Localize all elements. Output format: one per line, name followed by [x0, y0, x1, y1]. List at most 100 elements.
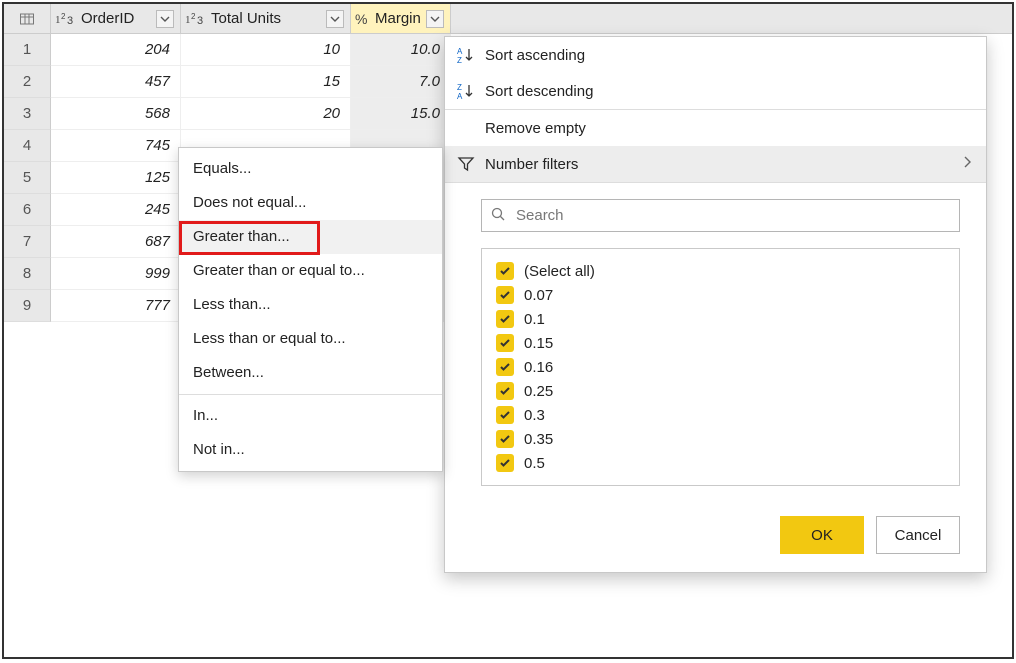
percent-type-icon: %	[355, 11, 371, 27]
number-filters-item[interactable]: Number filters	[445, 146, 986, 182]
filter-value-item[interactable]: 0.5	[496, 451, 945, 475]
cell-orderid[interactable]: 687	[51, 226, 181, 258]
cell-orderid[interactable]: 777	[51, 290, 181, 322]
filter-value-item[interactable]: 0.16	[496, 355, 945, 379]
cell-total-units[interactable]: 15	[181, 66, 351, 98]
button-label: Cancel	[895, 527, 942, 544]
column-header-orderid[interactable]: 123 OrderID	[51, 4, 181, 33]
filter-value-item[interactable]: 0.3	[496, 403, 945, 427]
cell-orderid[interactable]: 245	[51, 194, 181, 226]
filter-value-item[interactable]: 0.15	[496, 331, 945, 355]
row-index: 2	[4, 66, 51, 98]
filter-value-label: 0.16	[524, 359, 553, 376]
column-dropdown-icon[interactable]	[156, 10, 174, 28]
cell-orderid[interactable]: 999	[51, 258, 181, 290]
column-name: Total Units	[211, 10, 322, 27]
search-box[interactable]	[481, 199, 960, 232]
sort-desc-icon: ZA	[457, 82, 485, 100]
number-filters-submenu: Equals... Does not equal... Greater than…	[178, 147, 443, 472]
cell-orderid[interactable]: 204	[51, 34, 181, 66]
button-label: OK	[811, 527, 833, 544]
menu-label: Sort descending	[485, 83, 593, 100]
svg-text:1: 1	[55, 14, 61, 26]
checkbox-checked-icon[interactable]	[496, 310, 514, 328]
menu-label: Not in...	[193, 441, 245, 458]
sort-descending-item[interactable]: ZA Sort descending	[445, 73, 986, 109]
menu-label: Less than or equal to...	[193, 330, 346, 347]
menu-label: Does not equal...	[193, 194, 306, 211]
svg-text:Z: Z	[457, 83, 462, 92]
cell-orderid[interactable]: 125	[51, 162, 181, 194]
row-selector-header[interactable]	[4, 4, 51, 33]
menu-separator	[179, 394, 442, 395]
filter-value-label: 0.35	[524, 431, 553, 448]
row-index: 6	[4, 194, 51, 226]
cell-orderid[interactable]: 745	[51, 130, 181, 162]
row-index: 8	[4, 258, 51, 290]
column-filter-dropdown: AZ Sort ascending ZA Sort descending Rem…	[444, 36, 987, 573]
filter-value-item[interactable]: 0.35	[496, 427, 945, 451]
less-than-item[interactable]: Less than...	[179, 288, 442, 322]
menu-label: Equals...	[193, 160, 251, 177]
cell-total-units[interactable]: 20	[181, 98, 351, 130]
svg-text:3: 3	[67, 15, 73, 27]
checkbox-checked-icon[interactable]	[496, 358, 514, 376]
filter-value-label: (Select all)	[524, 263, 595, 280]
filter-value-label: 0.25	[524, 383, 553, 400]
column-header-total-units[interactable]: 123 Total Units	[181, 4, 351, 33]
checkbox-checked-icon[interactable]	[496, 430, 514, 448]
cell-orderid[interactable]: 568	[51, 98, 181, 130]
filter-value-item[interactable]: (Select all)	[496, 259, 945, 283]
column-header-margin[interactable]: % Margin	[351, 4, 451, 33]
cell-margin[interactable]: 15.0	[351, 98, 451, 130]
filter-value-item[interactable]: 0.07	[496, 283, 945, 307]
checkbox-checked-icon[interactable]	[496, 334, 514, 352]
cell-margin[interactable]: 10.0	[351, 34, 451, 66]
number-type-icon: 123	[55, 11, 77, 27]
search-input[interactable]	[514, 206, 951, 225]
equals-item[interactable]: Equals...	[179, 152, 442, 186]
ok-button[interactable]: OK	[780, 516, 864, 554]
filter-value-label: 0.5	[524, 455, 545, 472]
checkbox-checked-icon[interactable]	[496, 406, 514, 424]
cell-total-units[interactable]: 10	[181, 34, 351, 66]
row-index: 4	[4, 130, 51, 162]
filter-value-item[interactable]: 0.1	[496, 307, 945, 331]
menu-label: Greater than or equal to...	[193, 262, 365, 279]
in-item[interactable]: In...	[179, 399, 442, 433]
filter-value-label: 0.15	[524, 335, 553, 352]
menu-label: Between...	[193, 364, 264, 381]
sort-ascending-item[interactable]: AZ Sort ascending	[445, 37, 986, 73]
checkbox-checked-icon[interactable]	[496, 262, 514, 280]
checkbox-checked-icon[interactable]	[496, 454, 514, 472]
greater-than-or-equal-item[interactable]: Greater than or equal to...	[179, 254, 442, 288]
svg-text:A: A	[457, 92, 463, 100]
between-item[interactable]: Between...	[179, 356, 442, 390]
row-index: 5	[4, 162, 51, 194]
chevron-right-icon	[962, 155, 972, 173]
column-dropdown-icon[interactable]	[326, 10, 344, 28]
row-index: 7	[4, 226, 51, 258]
checkbox-checked-icon[interactable]	[496, 382, 514, 400]
column-dropdown-icon[interactable]	[426, 10, 444, 28]
svg-text:1: 1	[185, 14, 191, 26]
checkbox-checked-icon[interactable]	[496, 286, 514, 304]
greater-than-item[interactable]: Greater than...	[179, 220, 442, 254]
cancel-button[interactable]: Cancel	[876, 516, 960, 554]
cell-margin[interactable]: 7.0	[351, 66, 451, 98]
number-type-icon: 123	[185, 11, 207, 27]
less-than-or-equal-item[interactable]: Less than or equal to...	[179, 322, 442, 356]
menu-label: Remove empty	[485, 120, 586, 137]
menu-label: In...	[193, 407, 218, 424]
row-index: 3	[4, 98, 51, 130]
remove-empty-item[interactable]: Remove empty	[445, 110, 986, 146]
menu-label: Number filters	[485, 156, 578, 173]
sort-asc-icon: AZ	[457, 46, 485, 64]
row-index: 1	[4, 34, 51, 66]
does-not-equal-item[interactable]: Does not equal...	[179, 186, 442, 220]
cell-orderid[interactable]: 457	[51, 66, 181, 98]
filter-values-list: (Select all) 0.070.1 0.15 0.16 0.25 0.3 0.35 0.…	[481, 248, 960, 486]
not-in-item[interactable]: Not in...	[179, 433, 442, 467]
filter-value-item[interactable]: 0.25	[496, 379, 945, 403]
svg-text:3: 3	[197, 15, 203, 27]
